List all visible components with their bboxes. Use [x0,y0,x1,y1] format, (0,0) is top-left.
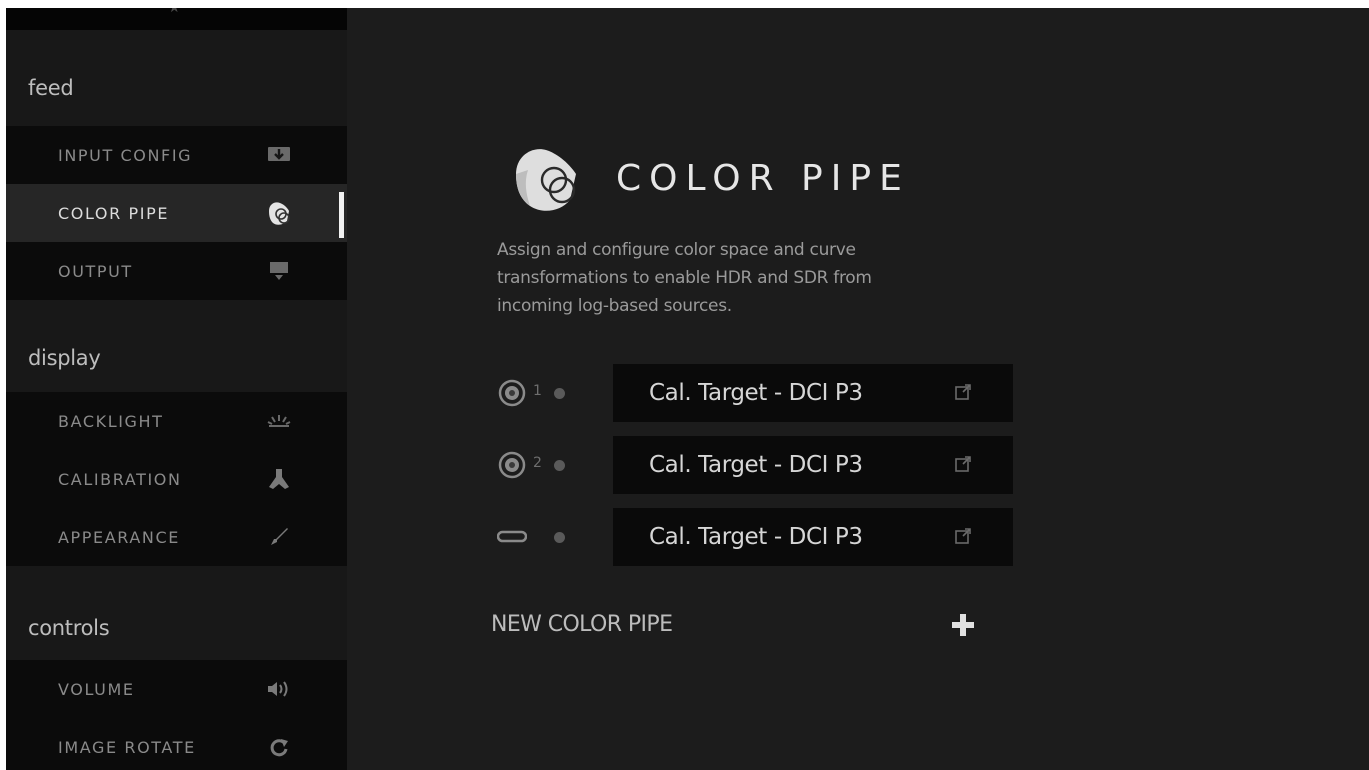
section-label-controls: controls [28,616,110,640]
sidebar-item-label: CALIBRATION [58,470,182,489]
rotate-icon [264,732,294,762]
open-external-icon[interactable] [953,526,973,546]
sidebar-item-input-config[interactable]: INPUT CONFIG [6,126,347,184]
sidebar-item-volume[interactable]: VOLUME [6,660,347,718]
sidebar-item-appearance[interactable]: APPEARANCE [6,508,347,566]
description-line: Assign and configure color space and cur… [497,240,856,260]
open-external-icon[interactable] [953,454,973,474]
pipe-row: 2 Cal. Target - DCI P3 [497,436,1017,494]
sdi-icon [498,451,526,479]
output-icon [264,256,294,286]
favorite-icon[interactable]: ★ [168,8,181,16]
pipe-target-label: Cal. Target - DCI P3 [649,452,863,478]
pipe-target-label: Cal. Target - DCI P3 [649,380,863,406]
sidebar-item-label: OUTPUT [58,262,133,281]
sidebar-item-color-pipe[interactable]: COLOR PIPE [6,184,347,242]
pipe-target-label: Cal. Target - DCI P3 [649,524,863,550]
pipe-number: 2 [533,455,542,471]
hdmi-icon [497,530,527,543]
appearance-icon [264,522,294,552]
sidebar-item-calibration[interactable]: CALIBRATION [6,450,347,508]
active-indicator [339,192,344,238]
color-pipe-icon [264,198,294,228]
sidebar-item-label: INPUT CONFIG [58,146,193,165]
open-external-icon[interactable] [953,382,973,402]
color-pipe-logo-icon [516,149,576,211]
status-dot [554,460,565,471]
sidebar-item-label: VOLUME [58,680,135,699]
pipe-row: 1 Cal. Target - DCI P3 [497,364,1017,422]
pipe-target-button[interactable]: Cal. Target - DCI P3 [613,436,1013,494]
sidebar-item-label: APPEARANCE [58,528,180,547]
sidebar-item-output[interactable]: OUTPUT [6,242,347,300]
sidebar: ★ feed INPUT CONFIG COLOR PIPE OUTPUT di… [6,8,347,770]
new-color-pipe-label[interactable]: NEW COLOR PIPE [491,612,673,637]
status-dot [554,388,565,399]
description-line: transformations to enable HDR and SDR fr… [497,268,872,288]
app-window: ★ feed INPUT CONFIG COLOR PIPE OUTPUT di… [6,8,1369,770]
section-label-feed: feed [28,76,74,100]
pipe-target-button[interactable]: Cal. Target - DCI P3 [613,508,1013,566]
description-line: incoming log-based sources. [497,296,732,316]
sidebar-item-label: COLOR PIPE [58,204,170,223]
input-config-icon [264,140,294,170]
calibration-icon [264,464,294,494]
backlight-icon [264,406,294,436]
sdi-icon [498,379,526,407]
sidebar-item-backlight[interactable]: BACKLIGHT [6,392,347,450]
page-title: COLOR PIPE [616,158,910,199]
page-description: Assign and configure color space and cur… [497,236,957,320]
sidebar-item-image-rotate[interactable]: IMAGE ROTATE [6,718,347,770]
sidebar-item-label: IMAGE ROTATE [58,738,196,757]
section-label-display: display [28,346,101,370]
volume-icon [264,674,294,704]
sidebar-item-label: BACKLIGHT [58,412,164,431]
pipe-target-button[interactable]: Cal. Target - DCI P3 [613,364,1013,422]
add-color-pipe-button[interactable] [946,608,980,642]
pipe-row: Cal. Target - DCI P3 [497,508,1017,566]
pipe-number: 1 [533,383,542,399]
plus-icon [952,614,974,636]
sidebar-top-strip: ★ [6,8,347,30]
status-dot [554,532,565,543]
